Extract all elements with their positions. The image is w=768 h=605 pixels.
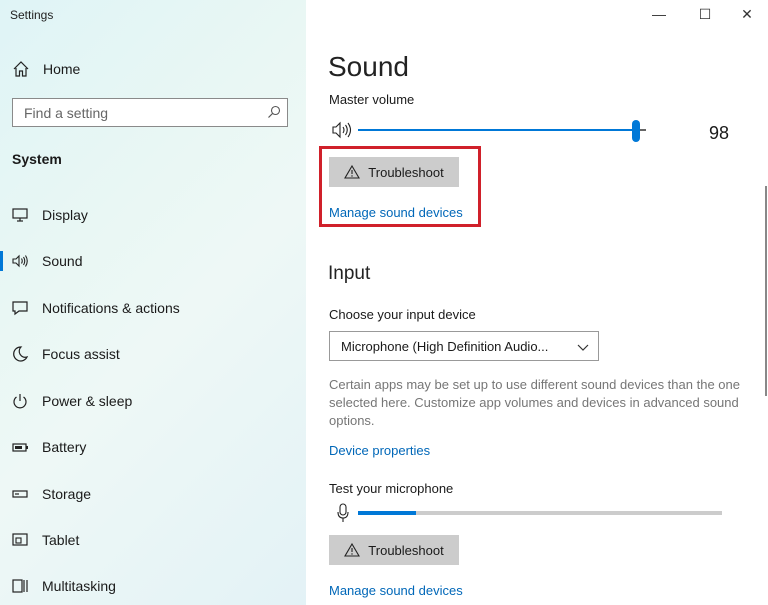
input-device-label: Choose your input device [329,307,476,322]
slider-track [640,129,646,131]
sidebar-item-label: Display [42,207,88,223]
sidebar-item-label: Sound [42,253,83,269]
sidebar-item-tablet[interactable]: Tablet [0,522,306,558]
master-volume-value: 98 [708,123,729,143]
storage-icon [12,490,28,498]
app-title: Settings [10,8,54,22]
scrollbar[interactable] [765,186,767,396]
section-heading: System [12,151,62,167]
tablet-icon [12,533,28,546]
sidebar-item-battery[interactable]: Battery [0,429,306,465]
multitasking-icon [12,579,28,593]
microphone-icon [337,503,349,522]
power-icon [13,394,27,409]
slider-fill [358,129,632,131]
home-icon [13,61,29,77]
warning-icon [344,543,361,557]
maximize-button[interactable]: ☐ [682,2,728,26]
sidebar-item-label: Multitasking [42,578,116,594]
test-microphone-label: Test your microphone [329,481,454,496]
master-volume-slider[interactable] [358,120,646,142]
input-description: Certain apps may be set up to use differ… [329,377,740,428]
moon-icon [13,346,29,362]
speaker-icon[interactable] [332,121,354,139]
sidebar-item-home[interactable]: Home [0,56,306,82]
sidebar-item-power-sleep[interactable]: Power & sleep [0,383,306,419]
main-content: — ☐ ✕ Sound Master volume 98 Troubleshoo… [306,0,768,605]
sidebar-item-label: Battery [42,439,87,455]
close-button[interactable]: ✕ [724,2,768,26]
troubleshoot-label: Troubleshoot [368,542,444,558]
sidebar-item-sound[interactable]: Sound [0,243,306,279]
master-volume-label: Master volume [329,92,415,107]
battery-icon [12,443,28,452]
chevron-down-icon [577,344,589,351]
search-placeholder: Find a setting [24,105,109,121]
troubleshoot-button-input[interactable]: Troubleshoot [329,535,459,565]
manage-sound-devices-link-input[interactable]: Manage sound devices [329,583,463,598]
sidebar-item-label: Home [43,61,81,77]
sidebar-item-display[interactable]: Display [0,197,306,233]
highlight-box [319,146,481,227]
sidebar-item-multitasking[interactable]: Multitasking [0,568,306,604]
sidebar-item-label: Storage [42,486,92,502]
sidebar-item-notifications[interactable]: Notifications & actions [0,290,306,326]
input-device-select[interactable]: Microphone (High Definition Audio... [329,331,599,361]
slider-thumb[interactable] [632,120,640,142]
sidebar-item-label: Focus assist [42,346,120,362]
device-properties-link[interactable]: Device properties [329,443,430,458]
sidebar-item-label: Notifications & actions [42,300,180,316]
microphone-level-meter [358,511,722,515]
notification-icon [12,301,28,316]
minimize-button[interactable]: — [636,2,682,26]
sidebar-item-focus-assist[interactable]: Focus assist [0,336,306,372]
speaker-icon [12,254,28,268]
sidebar: Settings Home Find a setting System Disp… [0,0,306,605]
sidebar-item-label: Tablet [42,532,80,548]
sidebar-item-label: Power & sleep [42,393,133,409]
search-input[interactable]: Find a setting [12,98,288,127]
input-device-value: Microphone (High Definition Audio... [341,339,549,354]
page-title: Sound [328,51,409,82]
sidebar-item-storage[interactable]: Storage [0,476,306,512]
microphone-level-fill [358,511,416,515]
monitor-icon [12,208,28,222]
search-icon [268,105,281,118]
input-heading: Input [328,263,371,284]
